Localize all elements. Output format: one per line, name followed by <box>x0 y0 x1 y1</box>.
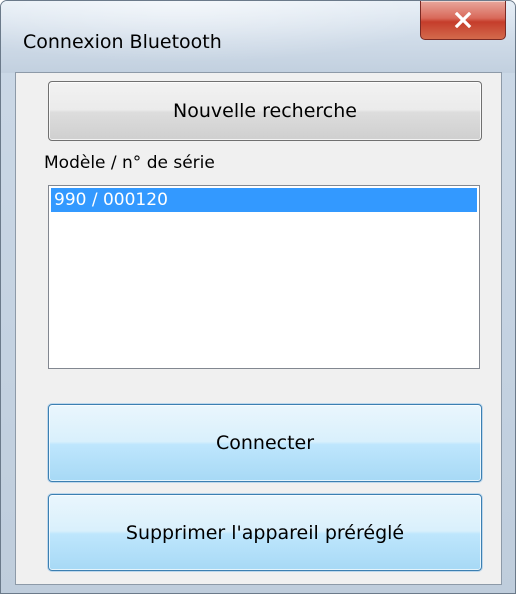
device-list-item[interactable]: 990 / 000120 <box>51 188 477 212</box>
device-listbox[interactable]: 990 / 000120 <box>48 185 480 369</box>
close-button[interactable] <box>420 1 506 40</box>
delete-preset-device-button[interactable]: Supprimer l'appareil préréglé <box>48 494 482 571</box>
dialog-client-area: Nouvelle recherche Modèle / n° de série … <box>15 72 502 585</box>
new-search-button[interactable]: Nouvelle recherche <box>48 81 482 141</box>
title-bar[interactable]: Connexion Bluetooth <box>1 1 515 73</box>
device-list-label: Modèle / n° de série <box>44 153 215 173</box>
close-x-icon <box>454 12 472 28</box>
bluetooth-connection-window: Connexion Bluetooth Nouvelle recherche M… <box>0 0 516 594</box>
window-title: Connexion Bluetooth <box>23 31 222 53</box>
connect-button[interactable]: Connecter <box>48 404 482 482</box>
